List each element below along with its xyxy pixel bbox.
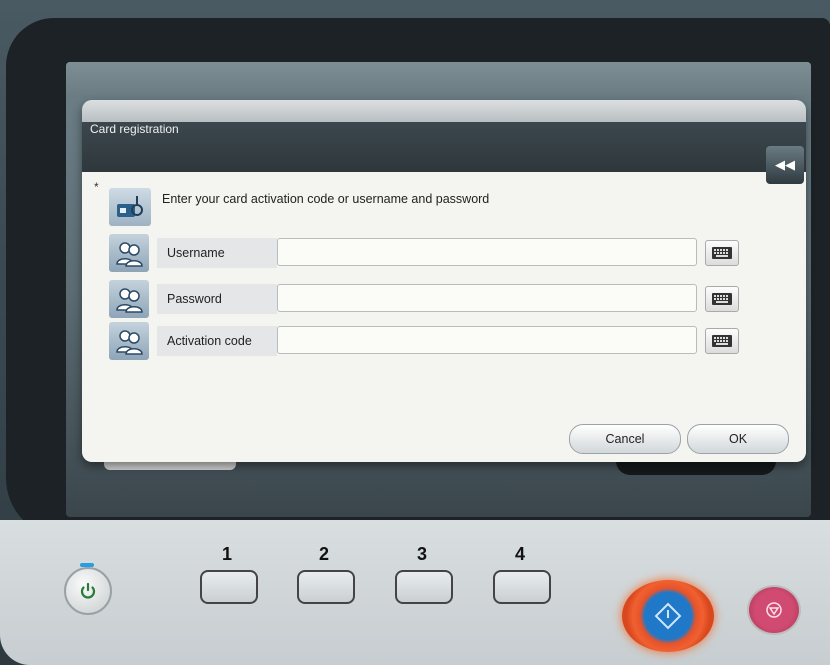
user-icon [109, 280, 149, 318]
password-field[interactable] [277, 284, 697, 312]
activation-code-field[interactable] [277, 326, 697, 354]
activation-code-label: Activation code [157, 326, 277, 356]
username-label: Username [157, 238, 277, 268]
required-marker: * [94, 180, 99, 194]
key-1-label: 1 [221, 544, 232, 564]
key-4-button[interactable] [493, 570, 551, 604]
dialog-header-bar [82, 100, 806, 122]
dialog-title: Card registration [90, 122, 179, 136]
username-field[interactable] [277, 238, 697, 266]
screen-background-header [66, 62, 811, 98]
card-registration-dialog: Card registration * Enter your card acti… [82, 100, 806, 462]
key-3-label: 3 [416, 544, 427, 564]
key-1-button[interactable] [200, 570, 258, 604]
password-label: Password [157, 284, 277, 314]
password-row: Password [109, 280, 789, 320]
start-button[interactable] [622, 580, 714, 652]
username-row: Username [109, 234, 789, 274]
start-diamond-icon [654, 602, 682, 630]
back-button[interactable]: ◀◀ [766, 146, 804, 184]
stop-icon [766, 602, 782, 618]
power-led [80, 563, 94, 567]
user-icon [109, 322, 149, 360]
key-4-label: 4 [514, 544, 525, 564]
power-button[interactable] [64, 563, 112, 615]
cancel-button[interactable]: Cancel [569, 424, 681, 454]
stop-button[interactable] [747, 585, 801, 635]
key-3-button[interactable] [395, 570, 453, 604]
card-reader-icon [109, 188, 151, 226]
instruction-text: Enter your card activation code or usern… [162, 192, 490, 206]
activation-code-row: Activation code [109, 322, 789, 362]
ok-button[interactable]: OK [687, 424, 789, 454]
keyboard-icon[interactable] [705, 240, 739, 266]
power-icon [80, 582, 96, 599]
dialog-header: Card registration [82, 100, 806, 172]
key-2-button[interactable] [297, 570, 355, 604]
user-icon [109, 234, 149, 272]
keyboard-icon[interactable] [705, 328, 739, 354]
keyboard-icon[interactable] [705, 286, 739, 312]
key-2-label: 2 [318, 544, 329, 564]
